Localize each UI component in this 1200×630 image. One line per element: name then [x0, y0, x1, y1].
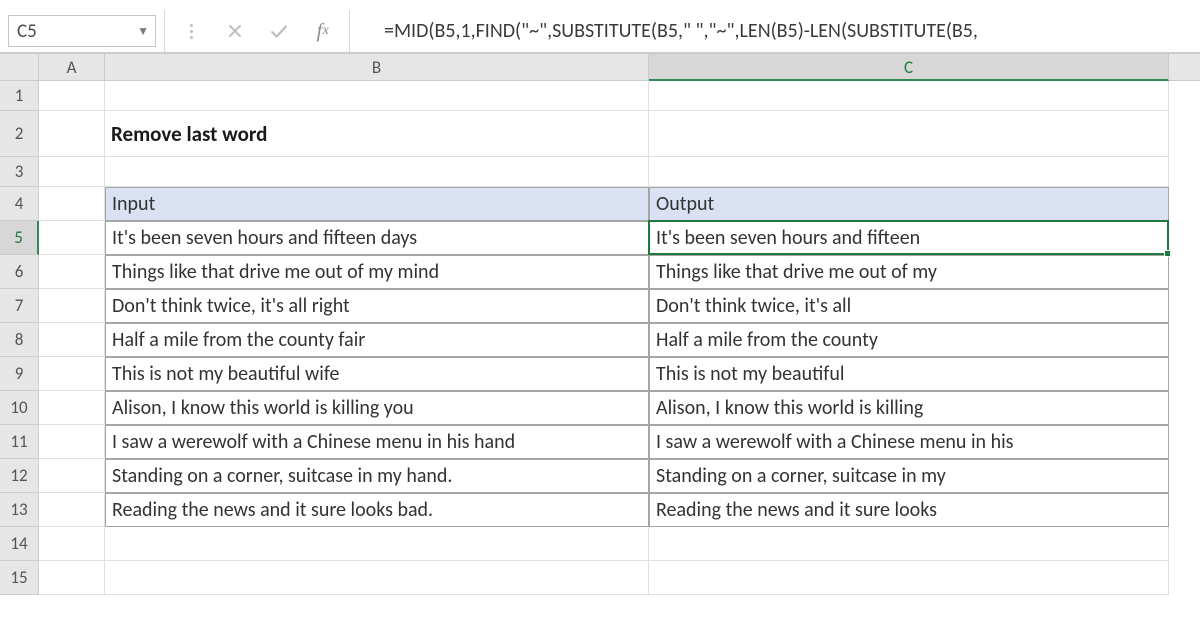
more-icon[interactable] — [181, 21, 201, 41]
cell-B7[interactable]: Don't think twice, it's all right — [105, 289, 649, 323]
cell-C3[interactable] — [649, 157, 1169, 187]
cell-B13[interactable]: Reading the news and it sure looks bad. — [105, 493, 649, 527]
cell-A7[interactable] — [39, 289, 105, 323]
row-header-14[interactable]: 14 — [0, 527, 39, 561]
cell-B8[interactable]: Half a mile from the county fair — [105, 323, 649, 357]
cell-A3[interactable] — [39, 157, 105, 187]
row-2: Remove last word — [39, 111, 1200, 157]
row-header-13[interactable]: 13 — [0, 493, 39, 527]
cell-B11[interactable]: I saw a werewolf with a Chinese menu in … — [105, 425, 649, 459]
formula-bar-input[interactable]: =MID(B5,1,FIND("~",SUBSTITUTE(B5," ","~"… — [358, 10, 1200, 52]
row-4: Input Output — [39, 187, 1200, 221]
row-15 — [39, 561, 1200, 595]
enter-icon[interactable] — [269, 21, 289, 41]
row-7: Don't think twice, it's all right Don't … — [39, 289, 1200, 323]
cell-A5[interactable] — [39, 221, 105, 255]
cell-A13[interactable] — [39, 493, 105, 527]
row-header-6[interactable]: 6 — [0, 255, 39, 289]
cancel-icon[interactable] — [225, 21, 245, 41]
row-12: Standing on a corner, suitcase in my han… — [39, 459, 1200, 493]
cell-B2[interactable]: Remove last word — [105, 111, 649, 157]
cell-B3[interactable] — [105, 157, 649, 187]
row-header-15[interactable]: 15 — [0, 561, 39, 595]
row-header-4[interactable]: 4 — [0, 187, 39, 221]
cell-C10[interactable]: Alison, I know this world is killing — [649, 391, 1169, 425]
cell-B6[interactable]: Things like that drive me out of my mind — [105, 255, 649, 289]
cell-B4[interactable]: Input — [105, 187, 649, 221]
row-header-10[interactable]: 10 — [0, 391, 39, 425]
cell-C4[interactable]: Output — [649, 187, 1169, 221]
cell-C1[interactable] — [649, 81, 1169, 111]
cell-C14[interactable] — [649, 527, 1169, 561]
cell-B1[interactable] — [105, 81, 649, 111]
cell-C11[interactable]: I saw a werewolf with a Chinese menu in … — [649, 425, 1169, 459]
cell-B9[interactable]: This is not my beautiful wife — [105, 357, 649, 391]
cell-C9[interactable]: This is not my beautiful — [649, 357, 1169, 391]
row-header-9[interactable]: 9 — [0, 357, 39, 391]
spreadsheet-grid: A B C 1 2 3 4 5 6 7 8 9 10 11 12 13 14 1… — [0, 54, 1200, 630]
formula-bar-row: C5 ▼ fx =MID(B5,1,FIND("~",SUBSTITUTE(B5… — [0, 0, 1200, 54]
cell-C12[interactable]: Standing on a corner, suitcase in my — [649, 459, 1169, 493]
row-13: Reading the news and it sure looks bad. … — [39, 493, 1200, 527]
row-10: Alison, I know this world is killing you… — [39, 391, 1200, 425]
column-headers: A B C — [39, 54, 1200, 81]
cells-area[interactable]: Remove last word Input Output It's been … — [39, 81, 1200, 595]
col-header-A[interactable]: A — [39, 54, 105, 81]
cell-A9[interactable] — [39, 357, 105, 391]
row-5: It's been seven hours and fifteen days I… — [39, 221, 1200, 255]
name-box-wrap: C5 ▼ — [0, 10, 156, 52]
name-box[interactable]: C5 ▼ — [8, 15, 156, 47]
cell-B14[interactable] — [105, 527, 649, 561]
row-1 — [39, 81, 1200, 111]
row-8: Half a mile from the county fair Half a … — [39, 323, 1200, 357]
row-header-3[interactable]: 3 — [0, 157, 39, 187]
cell-A12[interactable] — [39, 459, 105, 493]
cell-C13[interactable]: Reading the news and it sure looks — [649, 493, 1169, 527]
row-11: I saw a werewolf with a Chinese menu in … — [39, 425, 1200, 459]
cell-A10[interactable] — [39, 391, 105, 425]
cell-A8[interactable] — [39, 323, 105, 357]
cell-A6[interactable] — [39, 255, 105, 289]
row-3 — [39, 157, 1200, 187]
formula-bar-buttons: fx — [173, 10, 341, 52]
fx-icon[interactable]: fx — [313, 21, 333, 41]
cell-B5[interactable]: It's been seven hours and fifteen days — [105, 221, 649, 255]
cell-C7[interactable]: Don't think twice, it's all — [649, 289, 1169, 323]
row-header-11[interactable]: 11 — [0, 425, 39, 459]
row-6: Things like that drive me out of my mind… — [39, 255, 1200, 289]
cell-A4[interactable] — [39, 187, 105, 221]
cell-C2[interactable] — [649, 111, 1169, 157]
name-box-dropdown-icon[interactable]: ▼ — [137, 24, 149, 39]
divider — [349, 10, 350, 52]
cell-A15[interactable] — [39, 561, 105, 595]
row-header-1[interactable]: 1 — [0, 81, 39, 111]
cell-A14[interactable] — [39, 527, 105, 561]
row-headers: 1 2 3 4 5 6 7 8 9 10 11 12 13 14 15 — [0, 81, 39, 595]
name-box-value: C5 — [17, 20, 37, 43]
row-9: This is not my beautiful wife This is no… — [39, 357, 1200, 391]
cell-B12[interactable]: Standing on a corner, suitcase in my han… — [105, 459, 649, 493]
cell-B15[interactable] — [105, 561, 649, 595]
cell-B10[interactable]: Alison, I know this world is killing you — [105, 391, 649, 425]
cell-C15[interactable] — [649, 561, 1169, 595]
row-header-8[interactable]: 8 — [0, 323, 39, 357]
divider — [164, 10, 165, 52]
select-all-corner[interactable] — [0, 54, 39, 81]
col-header-B[interactable]: B — [105, 54, 649, 81]
row-header-12[interactable]: 12 — [0, 459, 39, 493]
cell-A11[interactable] — [39, 425, 105, 459]
row-header-5[interactable]: 5 — [0, 221, 39, 255]
cell-C5[interactable]: It's been seven hours and fifteen — [649, 221, 1169, 255]
cell-C6[interactable]: Things like that drive me out of my — [649, 255, 1169, 289]
cell-A1[interactable] — [39, 81, 105, 111]
row-14 — [39, 527, 1200, 561]
row-header-7[interactable]: 7 — [0, 289, 39, 323]
cell-A2[interactable] — [39, 111, 105, 157]
row-header-2[interactable]: 2 — [0, 111, 39, 157]
col-header-C[interactable]: C — [649, 54, 1169, 81]
cell-C8[interactable]: Half a mile from the county — [649, 323, 1169, 357]
